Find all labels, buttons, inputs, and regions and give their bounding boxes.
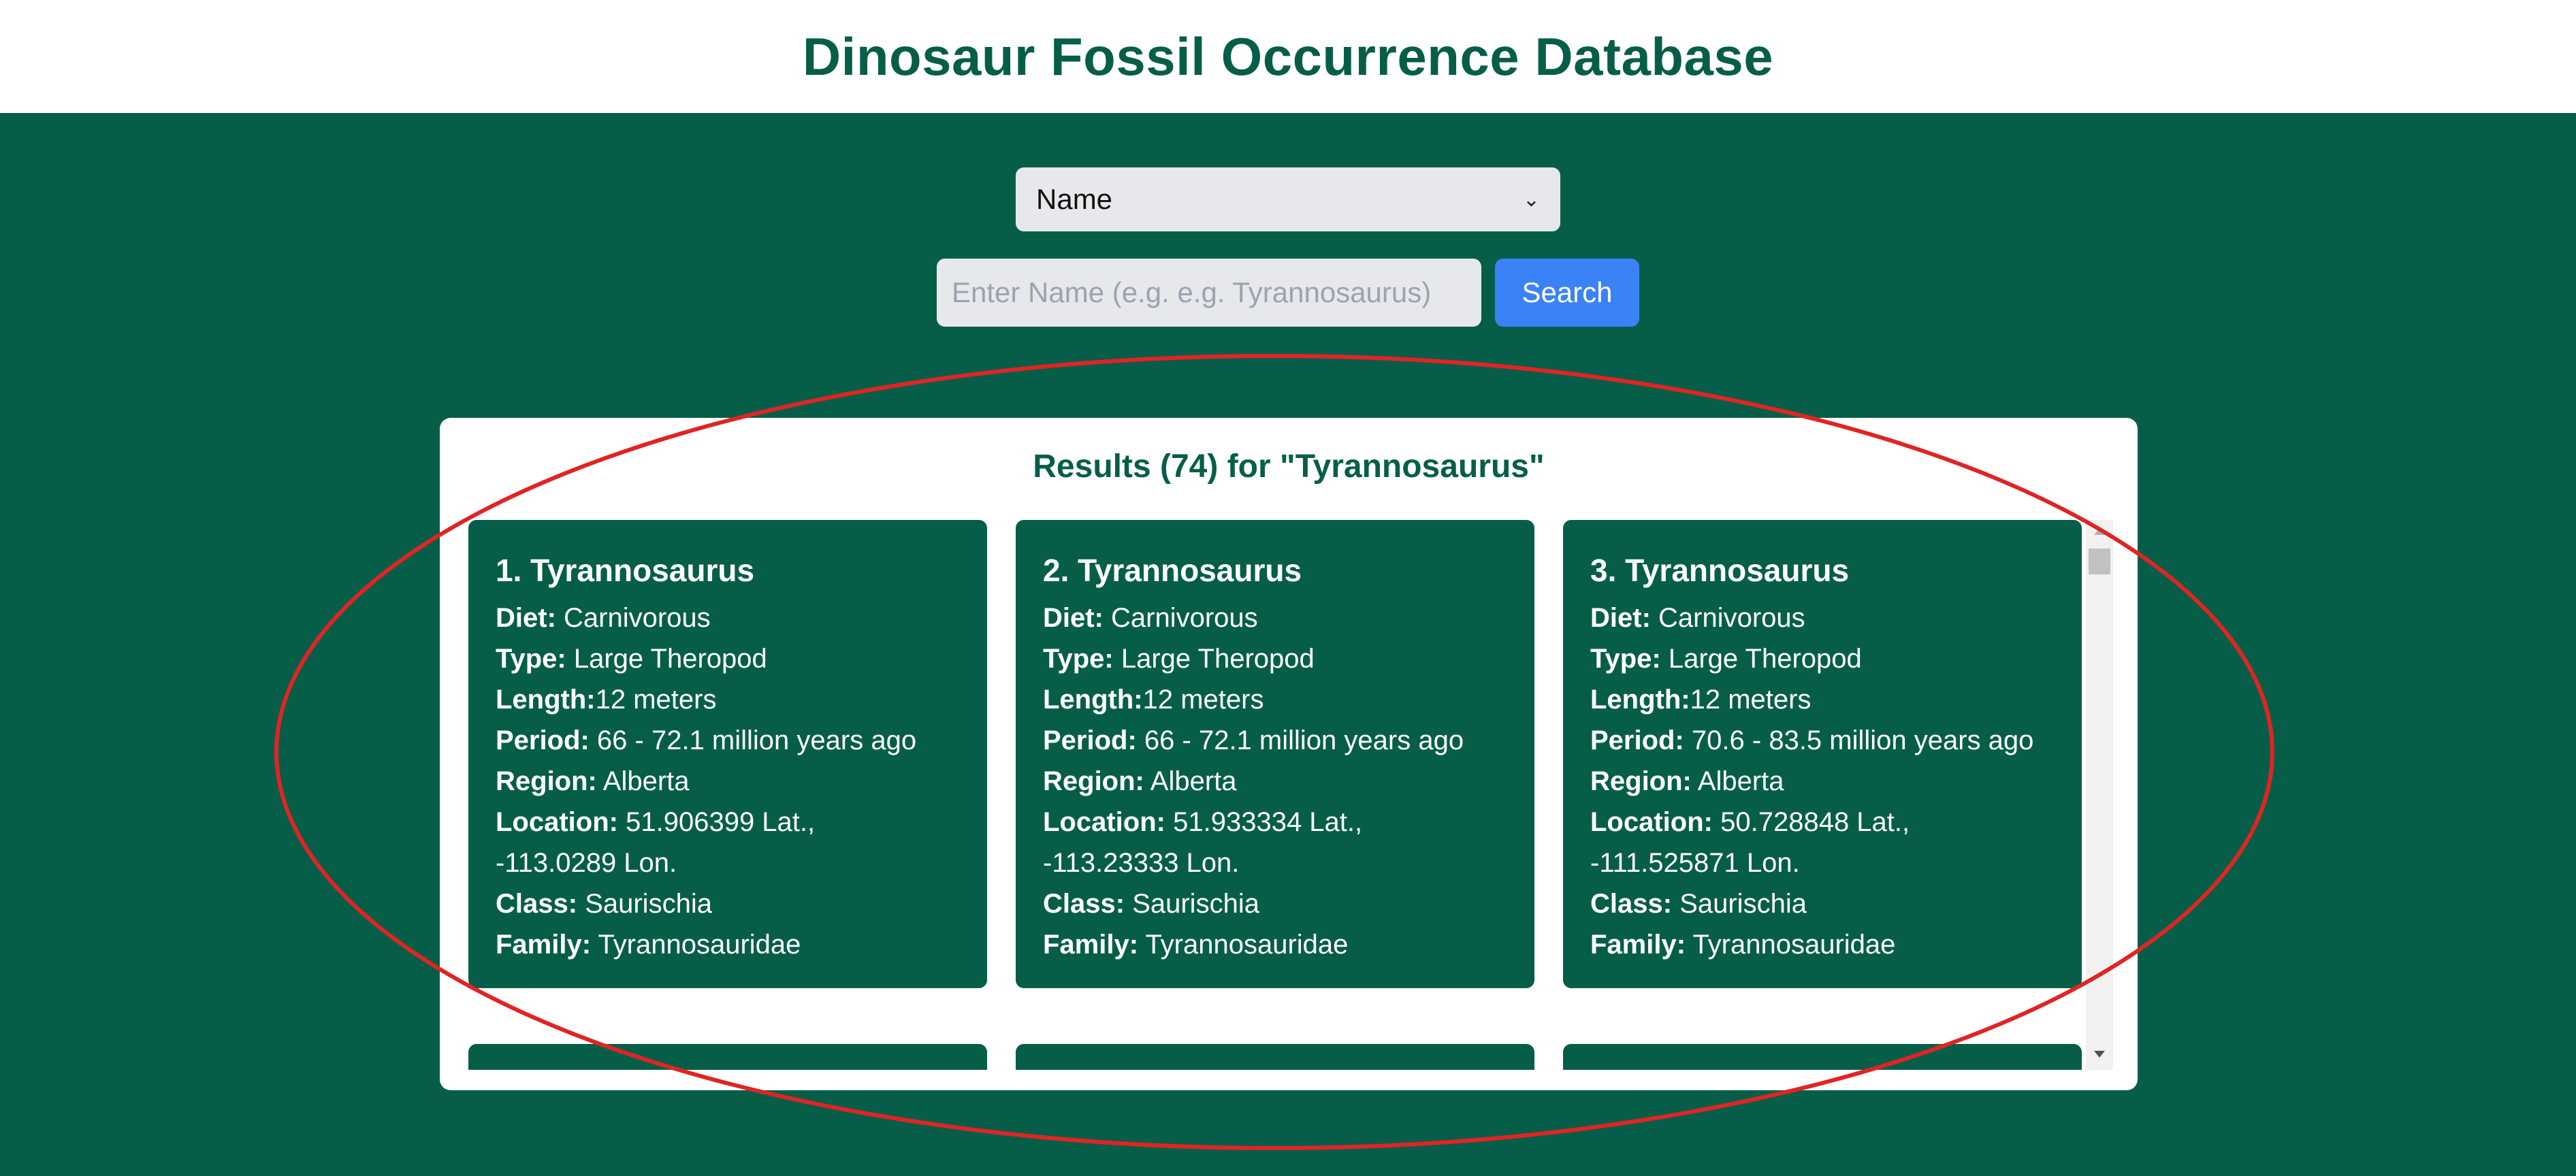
result-card-partial[interactable]: [1563, 1044, 2082, 1070]
search-field-select[interactable]: Name ⌄: [1016, 167, 1560, 231]
result-card-title: 1. Tyrannosaurus: [496, 553, 755, 588]
result-card-partial[interactable]: [1016, 1044, 1534, 1070]
type-row: Type: Large Theropod: [496, 644, 767, 674]
result-card-title: 2. Tyrannosaurus: [1043, 553, 1302, 588]
chevron-down-icon: ⌄: [1522, 188, 1540, 211]
family-row: Family: Tyrannosauridae: [1590, 930, 1896, 960]
location-row: Location: 51.933334 Lat.,: [1043, 807, 1363, 837]
search-field-selected-value: Name: [1036, 183, 1113, 215]
family-row: Family: Tyrannosauridae: [1043, 930, 1349, 960]
scroll-down-arrow-icon[interactable]: [2094, 1051, 2105, 1058]
period-row: Period: 66 - 72.1 million years ago: [1043, 725, 1464, 755]
search-input[interactable]: [937, 259, 1481, 327]
length-row: Length:12 meters: [496, 685, 717, 715]
results-panel: Results (74) for "Tyrannosaurus" 1. Tyra…: [440, 418, 2138, 1090]
length-row: Length:12 meters: [1590, 685, 1812, 715]
location-row: Location: 50.728848 Lat.,: [1590, 807, 1910, 837]
results-scrollbar[interactable]: [2086, 520, 2113, 1070]
type-row: Type: Large Theropod: [1590, 644, 1862, 674]
class-row: Class: Saurischia: [1590, 889, 1807, 919]
type-row: Type: Large Theropod: [1043, 644, 1315, 674]
diet-row: Diet: Carnivorous: [1043, 603, 1258, 633]
period-row: Period: 66 - 72.1 million years ago: [496, 725, 917, 755]
search-button[interactable]: Search: [1495, 259, 1639, 327]
length-row: Length:12 meters: [1043, 685, 1264, 715]
region-row: Region: Alberta: [496, 766, 690, 796]
location-row-cont: -111.525871 Lon.: [1590, 848, 1800, 878]
location-row-cont: -113.0289 Lon.: [496, 848, 677, 878]
result-card-title: 3. Tyrannosaurus: [1590, 553, 1850, 588]
diet-row: Diet: Carnivorous: [1590, 603, 1805, 633]
results-title: Results (74) for "Tyrannosaurus": [1033, 448, 1545, 485]
location-row-cont: -113.23333 Lon.: [1043, 848, 1240, 878]
region-row: Region: Alberta: [1043, 766, 1237, 796]
family-row: Family: Tyrannosauridae: [496, 930, 801, 960]
region-row: Region: Alberta: [1590, 766, 1784, 796]
result-card[interactable]: 1. Tyrannosaurus Diet: Carnivorous Type:…: [468, 520, 987, 988]
results-list[interactable]: 1. Tyrannosaurus Diet: Carnivorous Type:…: [468, 520, 2086, 1070]
page-title: Dinosaur Fossil Occurrence Database: [802, 26, 1774, 86]
scroll-up-arrow-icon[interactable]: [2094, 528, 2105, 535]
class-row: Class: Saurischia: [1043, 889, 1259, 919]
location-row: Location: 51.906399 Lat.,: [496, 807, 816, 837]
result-card[interactable]: 3. Tyrannosaurus Diet: Carnivorous Type:…: [1563, 520, 2082, 988]
diet-row: Diet: Carnivorous: [496, 603, 711, 633]
result-card[interactable]: 2. Tyrannosaurus Diet: Carnivorous Type:…: [1016, 520, 1534, 988]
scroll-thumb[interactable]: [2089, 549, 2110, 574]
class-row: Class: Saurischia: [496, 889, 712, 919]
period-row: Period: 70.6 - 83.5 million years ago: [1590, 725, 2034, 755]
page-header: Dinosaur Fossil Occurrence Database: [0, 0, 2576, 113]
result-card-partial[interactable]: [468, 1044, 987, 1070]
